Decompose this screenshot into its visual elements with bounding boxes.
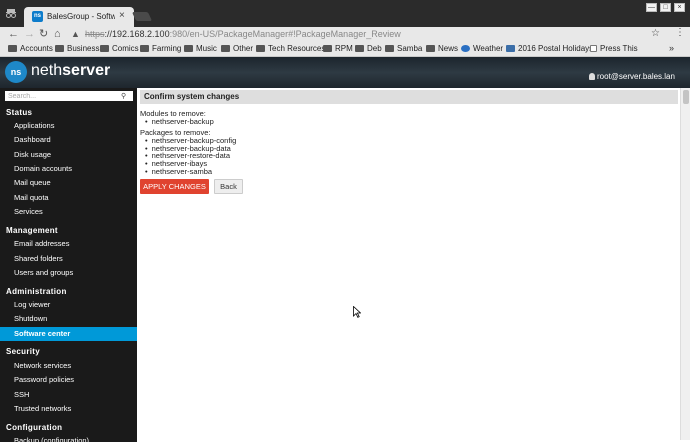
back-button[interactable]: Back <box>214 179 243 194</box>
sidebar-item-ssh[interactable]: SSH <box>0 388 137 402</box>
folder-icon <box>184 45 193 52</box>
url-text[interactable]: https://192.168.2.100:980/en-US/PackageM… <box>85 29 401 39</box>
user-icon <box>589 73 595 80</box>
folder-icon <box>385 45 394 52</box>
maximize-button[interactable]: □ <box>660 3 671 12</box>
section-status: Status <box>6 108 33 117</box>
browser-tab[interactable]: ns BalesGroup - Software × <box>24 7 134 27</box>
forward-arrow-icon[interactable]: → <box>24 28 35 41</box>
sidebar-item-services[interactable]: Services <box>0 205 137 219</box>
close-window-button[interactable]: × <box>674 3 685 12</box>
sidebar-item-domain-accounts[interactable]: Domain accounts <box>0 162 137 176</box>
section-configuration: Configuration <box>6 423 63 432</box>
page-title: Confirm system changes <box>140 90 678 104</box>
nethserver-logo-icon: ns <box>5 61 27 83</box>
sidebar-item-disk-usage[interactable]: Disk usage <box>0 148 137 162</box>
browser-menu-icon[interactable]: ⋮ <box>675 27 685 38</box>
section-administration: Administration <box>6 287 67 296</box>
sidebar-item-mail-queue[interactable]: Mail queue <box>0 176 137 190</box>
scrollbar[interactable] <box>680 88 690 440</box>
folder-icon <box>140 45 149 52</box>
bookmark-farming[interactable]: Farming <box>140 44 181 53</box>
minimize-button[interactable]: — <box>646 3 657 12</box>
bookmark-deb[interactable]: Deb <box>355 44 382 53</box>
section-management: Management <box>6 226 58 235</box>
bookmark-rpm[interactable]: RPM <box>323 44 353 53</box>
mouse-cursor-icon <box>353 306 361 318</box>
page-icon <box>590 45 597 52</box>
bookmark-weather[interactable]: Weather <box>461 44 503 53</box>
sidebar-item-mail-quota[interactable]: Mail quota <box>0 191 137 205</box>
folder-icon <box>323 45 332 52</box>
module-item: nethserver-backup <box>145 117 214 126</box>
bookmark-accounts[interactable]: Accounts <box>8 44 53 53</box>
sidebar-item-password-policies[interactable]: Password policies <box>0 373 137 387</box>
address-bar[interactable]: ▲ https://192.168.2.100:980/en-US/Packag… <box>69 28 669 41</box>
bookmark-tech-resources[interactable]: Tech Resources <box>256 44 325 53</box>
tab-close-icon[interactable]: × <box>119 10 125 21</box>
incognito-icon <box>6 9 16 18</box>
sidebar-item-shared-folders[interactable]: Shared folders <box>0 252 137 266</box>
search-input[interactable] <box>5 91 133 101</box>
bookmarks-overflow-button[interactable]: » <box>669 43 674 53</box>
tab-favicon-icon: ns <box>32 11 43 22</box>
folder-icon <box>55 45 64 52</box>
folder-icon <box>256 45 265 52</box>
browser-titlebar: ns BalesGroup - Software × — □ × <box>0 0 690 27</box>
section-security: Security <box>6 347 40 356</box>
bookmark-music[interactable]: Music <box>184 44 217 53</box>
bookmark-star-icon[interactable]: ☆ <box>651 28 660 39</box>
package-item: nethserver-samba <box>145 167 212 176</box>
home-icon[interactable]: ⌂ <box>54 28 61 41</box>
calendar-icon <box>506 45 515 52</box>
bookmark-comics[interactable]: Comics <box>100 44 139 53</box>
reload-icon[interactable]: ↻ <box>39 28 48 41</box>
back-arrow-icon[interactable]: ← <box>8 28 19 41</box>
tab-title: BalesGroup - Software <box>47 12 115 21</box>
folder-icon <box>221 45 230 52</box>
main-content: Confirm system changes Modules to remove… <box>137 88 680 440</box>
warning-triangle-icon[interactable]: ▲ <box>71 29 80 39</box>
sidebar-item-software-center[interactable]: Software center <box>0 327 137 341</box>
bookmark-news[interactable]: News <box>426 44 458 53</box>
bookmark-other[interactable]: Other <box>221 44 253 53</box>
sidebar: ⚲ Status Applications Dashboard Disk usa… <box>0 88 137 442</box>
bookmarks-bar: Accounts Business Comics Farming Music O… <box>0 42 690 57</box>
bookmark-samba[interactable]: Samba <box>385 44 422 53</box>
folder-icon <box>426 45 435 52</box>
sidebar-item-trusted-networks[interactable]: Trusted networks <box>0 402 137 416</box>
browser-toolbar: ← → ↻ ⌂ ▲ https://192.168.2.100:980/en-U… <box>0 27 690 42</box>
bookmark-postal-holidays[interactable]: 2016 Postal Holidays <box>506 44 593 53</box>
sidebar-item-network-services[interactable]: Network services <box>0 359 137 373</box>
weather-icon <box>461 45 470 52</box>
sidebar-item-shutdown[interactable]: Shutdown <box>0 312 137 326</box>
sidebar-item-log-viewer[interactable]: Log viewer <box>0 298 137 312</box>
sidebar-item-backup-configuration[interactable]: Backup (configuration) <box>0 434 137 442</box>
bookmark-business[interactable]: Business <box>55 44 99 53</box>
folder-icon <box>100 45 109 52</box>
bookmark-press-this[interactable]: Press This <box>590 44 638 53</box>
sidebar-item-users-groups[interactable]: Users and groups <box>0 266 137 280</box>
folder-icon <box>355 45 364 52</box>
app-logo-text: nethserver <box>31 62 111 79</box>
sidebar-item-email-addresses[interactable]: Email addresses <box>0 237 137 251</box>
search-icon[interactable]: ⚲ <box>121 92 126 100</box>
user-menu[interactable]: root@server.bales.lan <box>589 72 675 81</box>
app-header: ns nethserver root@server.bales.lan <box>0 57 690 88</box>
new-tab-button[interactable] <box>131 12 153 21</box>
folder-icon <box>8 45 17 52</box>
scrollbar-thumb[interactable] <box>683 90 689 104</box>
apply-changes-button[interactable]: APPLY CHANGES <box>140 179 209 194</box>
sidebar-item-dashboard[interactable]: Dashboard <box>0 133 137 147</box>
sidebar-item-applications[interactable]: Applications <box>0 119 137 133</box>
